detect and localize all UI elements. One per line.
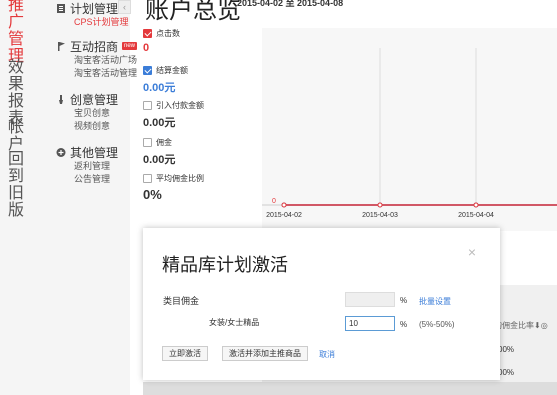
metric-checkbox[interactable] (143, 138, 152, 147)
activation-dialog: × 精品库计划激活 类目佣金 % 批量设置 女装/女士精品 % (5%-50%)… (143, 228, 500, 380)
chart-y-tick-label: 0 (272, 198, 276, 205)
sidebar-item-notice[interactable]: 公告管理 (74, 173, 118, 186)
sidebar-collapse-button[interactable]: ‹ (118, 0, 131, 14)
vnav-promotion-management[interactable]: 推广管理 (8, 0, 24, 64)
sidebar-group-interactive: 互动招商 new 淘宝客活动广场 淘宝客活动管理 (56, 38, 138, 80)
plus-circle-icon (56, 147, 66, 158)
vnav-effect-report[interactable]: 效果报表 (8, 58, 24, 126)
page-title: 账户总览 (145, 0, 241, 24)
sidebar-group-title: 创意管理 (70, 92, 119, 107)
batch-setting-link[interactable]: 批量设置 (419, 296, 451, 307)
sidebar-group-other-header[interactable]: 其他管理 (56, 144, 118, 160)
metric-label: 结算金额 (156, 66, 188, 75)
sidebar-group-title: 其他管理 (70, 145, 119, 160)
cancel-link[interactable]: 取消 (319, 349, 335, 360)
chart-x-tick-label: 2015-04-04 (458, 212, 494, 219)
category-commission-input[interactable] (345, 292, 395, 307)
new-badge: new (122, 42, 138, 50)
metric-value: 0.00元 (143, 117, 176, 129)
table-cell: 00% (498, 368, 515, 377)
dialog-title: 精品库计划激活 (162, 255, 288, 276)
brush-icon (56, 94, 66, 105)
category-name-label: 女装/女士精品 (209, 318, 260, 327)
sidebar-group-other: 其他管理 返利管理 公告管理 (56, 144, 118, 186)
metric-checkbox[interactable] (143, 174, 152, 183)
sidebar-item-item-creative[interactable]: 宝贝创意 (74, 107, 118, 120)
vnav-account[interactable]: 帐户 (8, 118, 24, 152)
sidebar-group-title: 互动招商 (70, 39, 119, 54)
table-cell: 00% (498, 345, 515, 354)
chart-point (377, 202, 383, 208)
metric-checkbox[interactable] (143, 29, 152, 38)
metric-checkbox[interactable] (143, 66, 152, 75)
percent-sign: % (400, 320, 408, 329)
metric-value: 0.00元 (143, 154, 176, 166)
date-range[interactable]: 2015-04-02 至 2015-04-08 (237, 0, 343, 9)
chart-x-tick-label: 2015-04-03 (362, 212, 398, 219)
sidebar-group-creative: 创意管理 宝贝创意 视频创意 (56, 91, 118, 133)
sidebar-item-rebate[interactable]: 返利管理 (74, 160, 118, 173)
metric-avg-commission-rate: 平均佣金比例 0% (143, 173, 204, 202)
metric-settlement: 结算金额 0.00元 (143, 65, 188, 95)
sidebar-item-activity-manage[interactable]: 淘宝客活动管理 (74, 67, 137, 80)
activate-now-button[interactable]: 立即激活 (162, 346, 208, 361)
sidebar-group-title: 计划管理 (70, 1, 119, 16)
sidebar-group-creative-header[interactable]: 创意管理 (56, 91, 118, 107)
chart-x-tick-label: 2015-04-02 (266, 212, 302, 219)
page-footer-bar (143, 382, 557, 395)
metric-label: 平均佣金比例 (156, 174, 204, 183)
metric-value: 0% (143, 187, 162, 202)
chart-point (473, 202, 479, 208)
category-commission-label: 类目佣金 (163, 296, 200, 306)
metric-value: 0.00元 (143, 82, 176, 94)
chart-point (281, 202, 287, 208)
metric-payment: 引入付款金额 0.00元 (143, 100, 204, 130)
document-icon (56, 3, 66, 14)
flag-icon (56, 41, 66, 52)
metric-label: 引入付款金额 (156, 101, 204, 110)
close-icon[interactable]: × (468, 244, 476, 260)
sidebar: 计划管理 CPS计划管理 互动招商 new 淘宝客活动广场 淘宝客活动管理 创意… (38, 0, 138, 395)
table-column-header[interactable]: 均佣金比率⬇◎ (494, 320, 548, 331)
sidebar-item-video-creative[interactable]: 视频创意 (74, 120, 118, 133)
percent-sign: % (400, 296, 408, 305)
metric-value: 0 (143, 42, 150, 54)
vnav-back-to-old[interactable]: 回到旧版 (8, 150, 24, 218)
trend-chart: 02015-04-022015-04-032015-04-0420 (262, 28, 557, 231)
sidebar-item-cps-plan[interactable]: CPS计划管理 (74, 16, 129, 29)
metric-label: 点击数 (156, 29, 180, 38)
metric-commission: 佣金 0.00元 (143, 137, 175, 167)
chart-svg: 02015-04-022015-04-032015-04-0420 (262, 48, 557, 219)
metric-clicks: 点击数 0 (143, 28, 180, 54)
rate-range-hint: (5%-50%) (419, 320, 455, 329)
sidebar-item-activity-square[interactable]: 淘宝客活动广场 (74, 54, 137, 67)
metric-label: 佣金 (156, 138, 172, 147)
sidebar-group-interactive-header[interactable]: 互动招商 new (56, 38, 138, 54)
activate-and-add-button[interactable]: 激活并添加主推商品 (222, 346, 308, 361)
metric-checkbox[interactable] (143, 101, 152, 110)
vertical-nav: 推广管理 效果报表 帐户 回到旧版 (0, 0, 38, 395)
category-rate-input[interactable] (345, 316, 395, 331)
